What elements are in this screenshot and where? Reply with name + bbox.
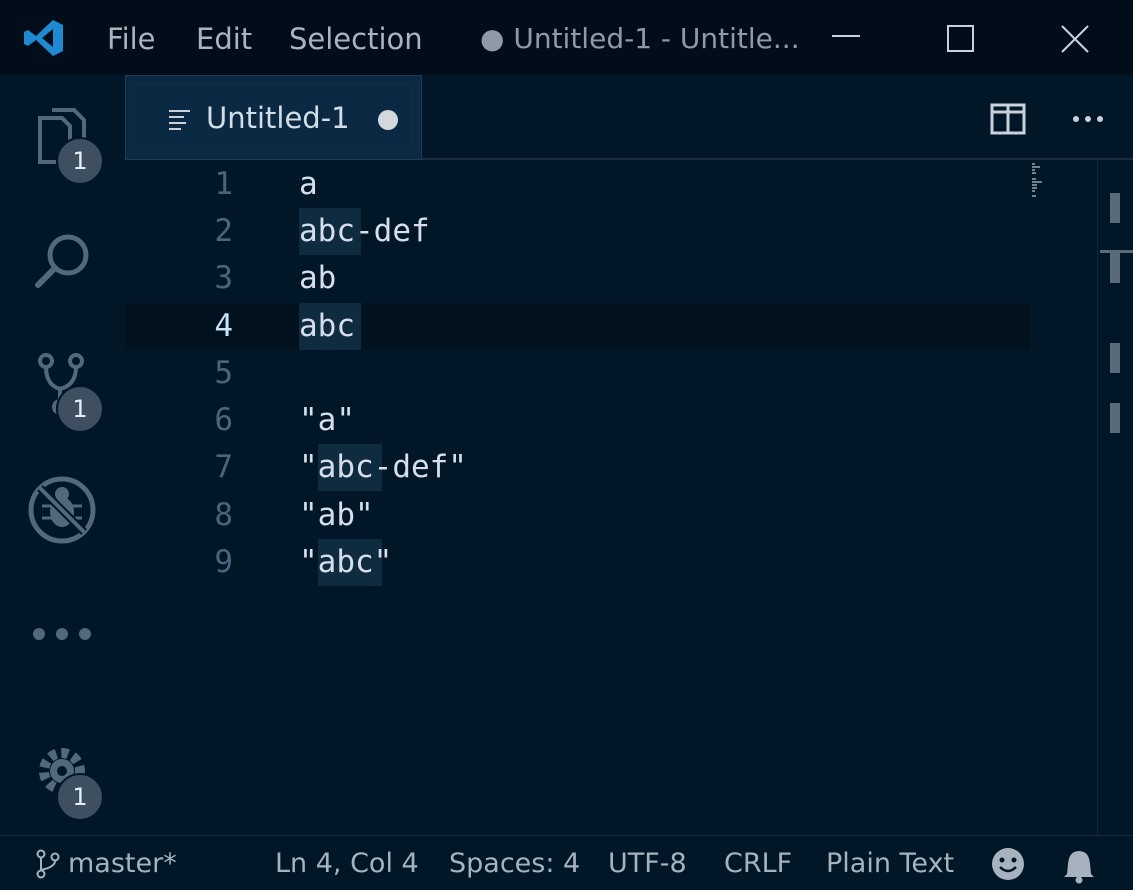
- feedback-smiley-icon[interactable]: [990, 846, 1026, 882]
- line-text[interactable]: "abc-def": [299, 444, 467, 491]
- line-number: 3: [214, 260, 233, 296]
- close-window-button[interactable]: [1050, 16, 1100, 60]
- editor-line-current[interactable]: 4 abc: [125, 303, 1030, 350]
- vertical-scrollbar[interactable]: [1097, 160, 1133, 835]
- split-editor-icon: [990, 103, 1026, 135]
- scroll-marker: [1110, 343, 1120, 373]
- line-text[interactable]: a: [299, 161, 318, 208]
- explorer-badge: 1: [56, 137, 104, 185]
- line-number: 8: [214, 497, 233, 533]
- debug-button[interactable]: [22, 470, 102, 550]
- notifications-bell-icon[interactable]: [1062, 848, 1096, 884]
- line-endings[interactable]: CRLF: [724, 846, 792, 882]
- line-text[interactable]: ab: [299, 255, 336, 302]
- minimap-preview: [1032, 163, 1042, 197]
- cursor-position[interactable]: Ln 4, Col 4: [275, 846, 419, 882]
- menu-file[interactable]: File: [107, 20, 156, 58]
- language-mode[interactable]: Plain Text: [826, 846, 954, 882]
- line-text[interactable]: "a": [299, 397, 355, 444]
- line-number: 7: [214, 449, 233, 485]
- ellipsis-icon: [33, 628, 91, 640]
- activity-bar: 1 1 1: [0, 75, 125, 835]
- line-text[interactable]: "abc": [299, 539, 392, 586]
- line-number: 9: [214, 544, 233, 580]
- tab-untitled-1[interactable]: Untitled-1: [125, 75, 422, 160]
- tab-strip: Untitled-1: [125, 75, 1133, 160]
- scm-badge: 1: [56, 385, 104, 433]
- tab-label: Untitled-1: [206, 101, 350, 135]
- line-text[interactable]: abc: [299, 303, 355, 350]
- search-icon: [35, 234, 89, 288]
- line-number: 2: [214, 213, 233, 249]
- settings-badge: 1: [56, 773, 104, 821]
- line-number: 5: [214, 355, 233, 391]
- more-views-button[interactable]: [22, 595, 102, 675]
- search-button[interactable]: [22, 225, 102, 305]
- minimize-button[interactable]: [822, 16, 872, 60]
- debug-icon: [28, 476, 96, 544]
- editor-line[interactable]: 6 "a": [125, 397, 1030, 444]
- editor-line[interactable]: 2 abc-def: [125, 208, 1030, 255]
- editor-line[interactable]: 8 "ab": [125, 492, 1030, 539]
- menu-selection[interactable]: Selection: [289, 20, 423, 58]
- editor-line[interactable]: 3 ab: [125, 255, 1030, 302]
- unsaved-dot-icon[interactable]: [378, 110, 398, 130]
- indentation[interactable]: Spaces: 4: [449, 846, 580, 882]
- line-text[interactable]: "ab": [299, 492, 374, 539]
- scroll-marker: [1110, 403, 1120, 433]
- scroll-marker: [1110, 193, 1120, 223]
- editor-line[interactable]: 5: [125, 350, 1030, 397]
- vscode-logo-icon: [22, 18, 66, 58]
- maximize-button[interactable]: [936, 16, 986, 60]
- git-branch-icon: [36, 849, 60, 879]
- line-number: 4: [214, 308, 233, 344]
- title-bar: File Edit Selection ● Untitled-1 - Untit…: [0, 0, 1133, 75]
- line-number: 6: [214, 402, 233, 438]
- plaintext-file-icon: [169, 110, 190, 130]
- minimap[interactable]: [1030, 160, 1080, 210]
- line-number: 1: [214, 166, 233, 202]
- scroll-marker: [1110, 253, 1120, 283]
- ellipsis-icon: [1073, 116, 1103, 122]
- editor-line[interactable]: 9 "abc": [125, 539, 1030, 586]
- split-editor-button[interactable]: [988, 101, 1028, 137]
- editor-area[interactable]: 1 a 2 abc-def 3 ab 4 abc 5 6 "a" 7 "abc-…: [125, 160, 1133, 835]
- git-branch[interactable]: master*: [68, 846, 177, 882]
- status-bar: master* Ln 4, Col 4 Spaces: 4 UTF-8 CRLF…: [0, 835, 1133, 890]
- menu-edit[interactable]: Edit: [196, 20, 252, 58]
- encoding[interactable]: UTF-8: [608, 846, 687, 882]
- more-actions-button[interactable]: [1069, 101, 1109, 137]
- editor-line[interactable]: 7 "abc-def": [125, 444, 1030, 491]
- settings-button[interactable]: 1: [22, 735, 104, 821]
- window-title: ● Untitled-1 - Untitle...: [480, 22, 800, 55]
- line-text[interactable]: abc-def: [299, 208, 430, 255]
- editor-line[interactable]: 1 a: [125, 161, 1030, 208]
- source-control-button[interactable]: 1: [22, 345, 104, 433]
- explorer-button[interactable]: 1: [22, 100, 104, 185]
